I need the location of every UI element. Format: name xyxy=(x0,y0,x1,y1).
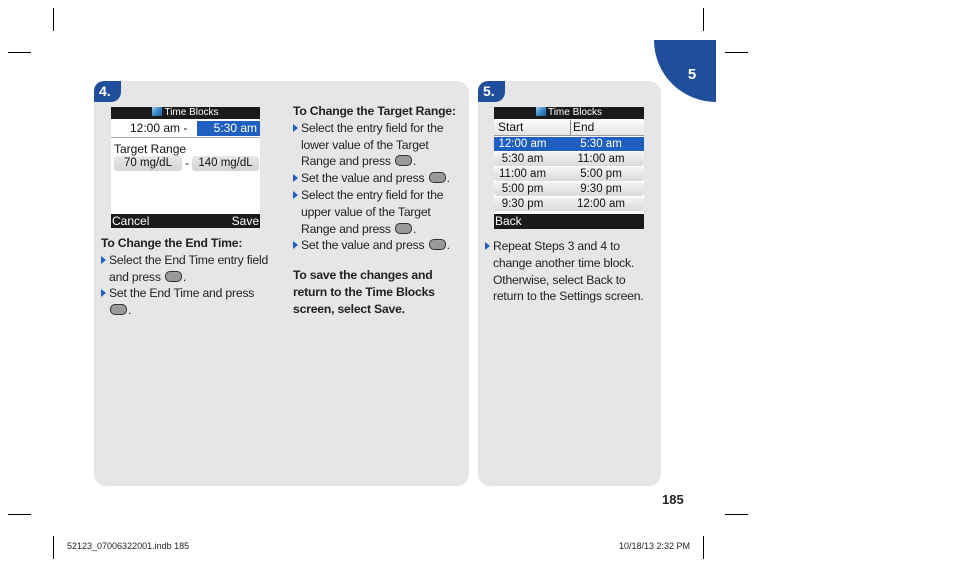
time-block-row: 12:00 am - 5:30 am xyxy=(111,120,260,138)
crop-mark xyxy=(8,514,31,515)
table-header: Start End xyxy=(494,120,644,136)
crop-mark xyxy=(725,52,748,53)
ok-button-icon xyxy=(428,239,446,251)
save-note: To save the changes and return to the Ti… xyxy=(293,268,435,316)
bullet-text: Set the value and press xyxy=(301,238,428,253)
row-start: 5:00 pm xyxy=(501,183,544,195)
row-end: 11:00 am xyxy=(577,153,625,165)
chapter-tab: 5 xyxy=(654,40,716,102)
crop-mark xyxy=(703,536,704,559)
chapter-number: 5 xyxy=(687,66,697,83)
row-start: 12:00 am xyxy=(498,138,547,150)
crop-mark xyxy=(8,52,31,53)
time-block-row[interactable]: 5:00 pm 9:30 pm xyxy=(494,182,644,196)
end-time-instructions: To Change the End Time: Select the End T… xyxy=(101,235,281,319)
screen-title-bar: Time Blocks xyxy=(494,107,644,119)
instruction-bullet: Select the End Time entry field and pres… xyxy=(101,252,281,286)
target-range-instructions: To Change the Target Range: Select the e… xyxy=(293,103,458,318)
date-slug: 10/18/13 2:32 PM xyxy=(619,541,691,551)
ok-button-icon xyxy=(395,155,413,167)
instruction-bullet: Select the entry field for the upper val… xyxy=(293,187,458,237)
crop-mark xyxy=(53,8,54,31)
row-end: 12:00 am xyxy=(577,198,625,210)
target-low-field[interactable]: 70 mg/dL xyxy=(114,156,182,171)
section-heading: To Change the End Time: xyxy=(101,236,243,250)
ok-button-icon xyxy=(164,270,182,282)
bullet-text: Select the entry field for the upper val… xyxy=(301,187,444,236)
softkey-bar: Cancel Save xyxy=(111,214,260,228)
instruction-bullet: Set the value and press . xyxy=(293,170,458,187)
bullet-suffix: . xyxy=(413,221,417,236)
ok-button-icon xyxy=(395,222,413,234)
step-4-badge: 4. xyxy=(94,81,121,102)
file-slug: 52123_07006322001.indb 185 xyxy=(67,541,190,551)
bullet-text: Select the End Time entry field and pres… xyxy=(109,252,269,284)
bullet-text: Select the entry field for the lower val… xyxy=(301,120,444,169)
crop-mark xyxy=(725,514,748,515)
ok-button-icon xyxy=(428,172,446,184)
range-dash: - xyxy=(185,156,189,170)
screen-title-bar: Time Blocks xyxy=(111,107,260,119)
instruction-bullet: Set the value and press . xyxy=(293,237,458,254)
row-end: 9:30 pm xyxy=(580,183,622,195)
cancel-button[interactable]: Cancel xyxy=(112,214,149,229)
column-header-end: End xyxy=(570,120,594,135)
time-block-row[interactable]: 12:00 am 5:30 am xyxy=(494,137,644,151)
row-end: 5:00 pm xyxy=(580,168,622,180)
save-button[interactable]: Save xyxy=(232,214,259,229)
bullet-suffix: . xyxy=(446,171,450,186)
crop-mark xyxy=(703,8,704,31)
target-high-field[interactable]: 140 mg/dL xyxy=(192,156,259,171)
target-range-label: Target Range xyxy=(114,142,187,156)
step-5-instructions: Repeat Steps 3 and 4 to change another t… xyxy=(485,238,655,305)
instruction-bullet: Repeat Steps 3 and 4 to change another t… xyxy=(485,238,655,305)
time-blocks-icon xyxy=(152,107,163,116)
back-button[interactable]: Back xyxy=(495,214,522,229)
end-time-field[interactable]: 5:30 am xyxy=(197,121,260,136)
bullet-suffix: . xyxy=(128,303,132,318)
screen-title: Time Blocks xyxy=(164,107,219,118)
page-number: 185 xyxy=(662,492,684,507)
time-block-row[interactable]: 5:30 am 11:00 am xyxy=(494,152,644,166)
bullet-text: Set the End Time and press xyxy=(109,286,255,301)
column-header-start: Start xyxy=(498,120,524,134)
time-block-row[interactable]: 11:00 am 5:00 pm xyxy=(494,167,644,181)
softkey-bar: Back xyxy=(494,214,644,229)
bullet-text: Set the value and press xyxy=(301,171,428,186)
bullet-suffix: . xyxy=(182,269,187,284)
step-4-meter-screen: Time Blocks 12:00 am - 5:30 am Target Ra… xyxy=(111,107,260,228)
screen-title: Time Blocks xyxy=(547,107,603,118)
time-blocks-icon xyxy=(535,107,546,116)
time-block-row[interactable]: 9:30 pm 12:00 am xyxy=(494,197,644,211)
section-heading: To Change the Target Range: xyxy=(293,104,456,118)
instruction-bullet: Select the entry field for the lower val… xyxy=(293,120,458,170)
step-5-badge: 5. xyxy=(478,81,505,102)
step-5-meter-screen: Time Blocks Start End 12:00 am 5:30 am 5… xyxy=(494,107,644,229)
start-time-field[interactable]: 12:00 am - xyxy=(130,120,187,137)
crop-mark xyxy=(53,536,54,559)
row-start: 11:00 am xyxy=(498,168,547,180)
bullet-suffix: . xyxy=(446,238,450,253)
bullet-suffix: . xyxy=(413,154,417,169)
ok-button-icon xyxy=(110,304,127,316)
instruction-bullet: Set the End Time and press . xyxy=(101,285,281,319)
row-end: 5:30 am xyxy=(580,138,622,150)
row-start: 5:30 am xyxy=(501,153,544,165)
row-start: 9:30 pm xyxy=(501,198,544,210)
